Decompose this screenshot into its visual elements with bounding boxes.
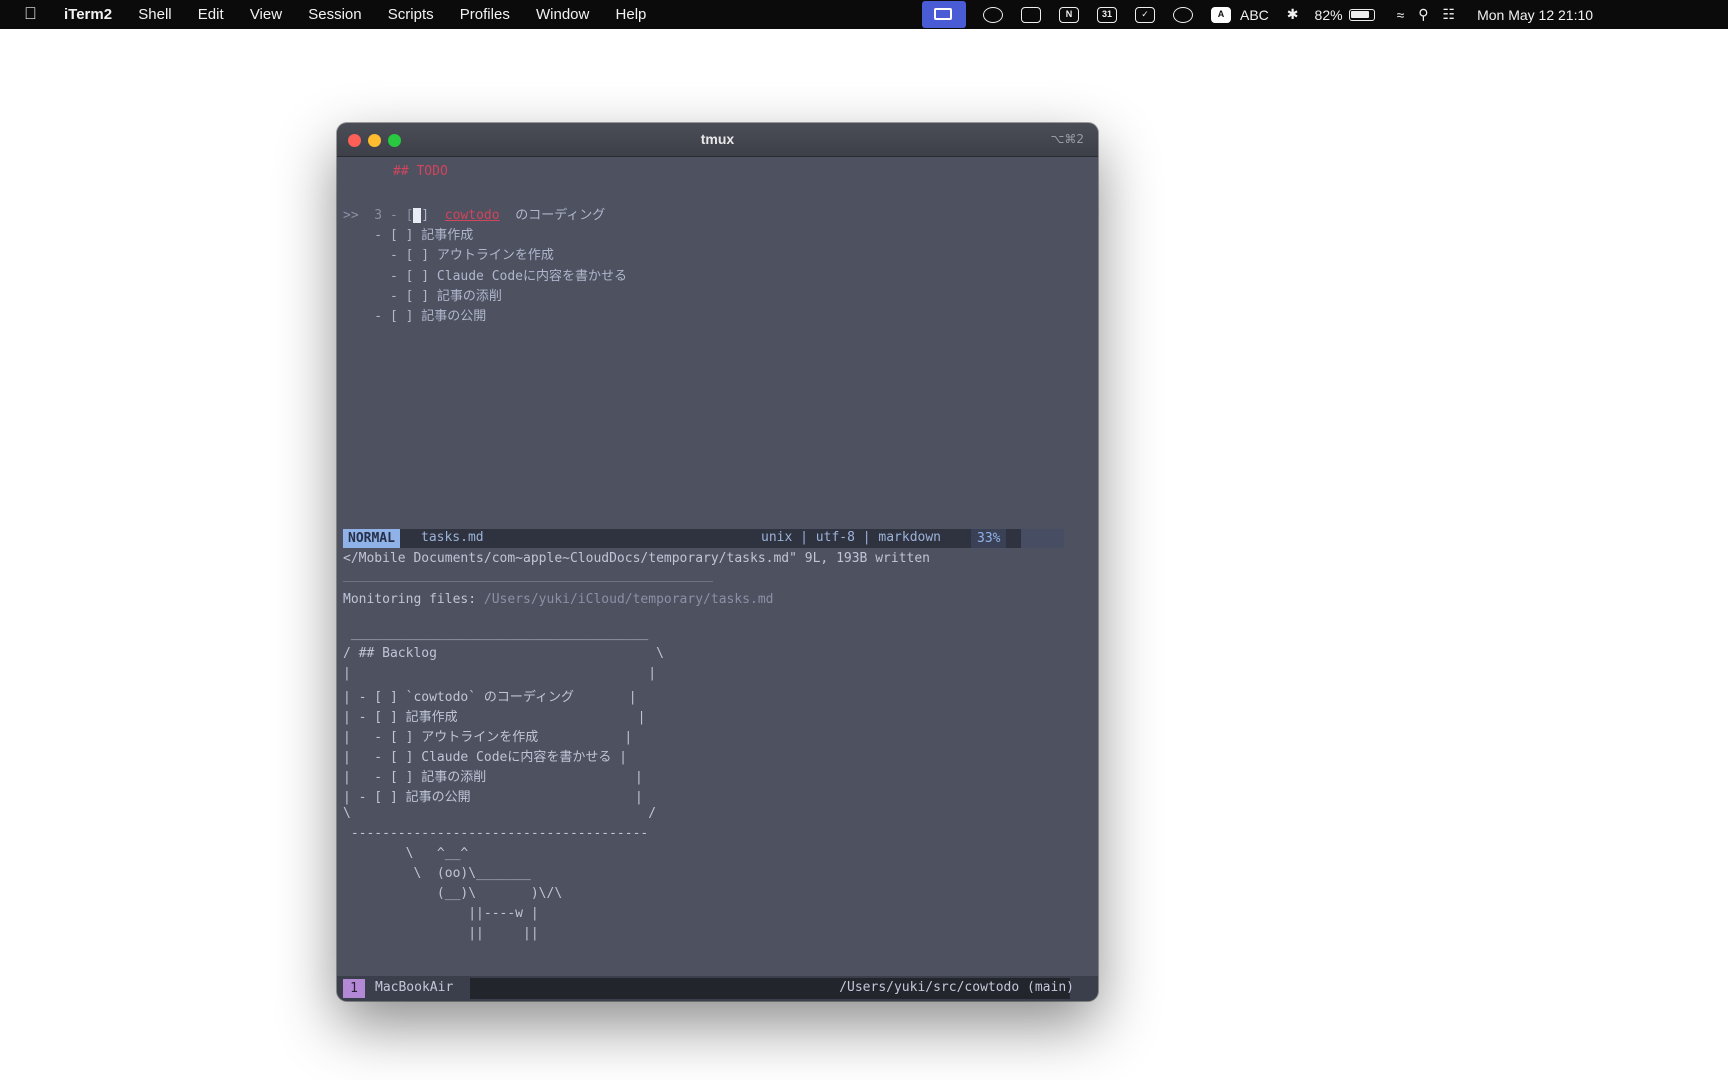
cowsay-line: \ / (343, 806, 657, 821)
tmux-session-index[interactable]: 1 (343, 979, 365, 998)
menu-scripts[interactable]: Scripts (388, 6, 434, 23)
tmux-status-bar: 1 MacBookAir /Users/yuki/src/cowtodo (ma… (337, 976, 1098, 1001)
menu-window[interactable]: Window (536, 6, 589, 23)
calendar-icon[interactable]: 31 (1097, 6, 1117, 23)
menu-session[interactable]: Session (308, 6, 361, 23)
spotlight-search-icon[interactable]: ⚲ (1418, 6, 1428, 23)
vim-line[interactable]: - [ ] 記事の添削 (343, 285, 502, 304)
menu-profiles[interactable]: Profiles (460, 6, 510, 23)
window-shortcut: ⌥⌘2 (1050, 132, 1084, 146)
monitoring-label: Monitoring files: (343, 592, 477, 607)
wifi-icon[interactable]: ≈ (1397, 7, 1405, 23)
cowsay-line: | - [ ] Claude Codeに内容を書かせる | (343, 750, 628, 765)
input-source-label[interactable]: ABC (1240, 7, 1269, 23)
vim-heading: ## TODO (393, 164, 448, 179)
menu-view[interactable]: View (250, 6, 282, 23)
cowsay-line: | - [ ] 記事の添削 | (343, 770, 643, 785)
cowsay-line: / ## Backlog \ (343, 646, 664, 661)
cowsay-line: | | (343, 666, 657, 681)
menu-edit[interactable]: Edit (198, 6, 224, 23)
password-manager-icon[interactable] (1021, 6, 1041, 23)
vim-line[interactable]: - [ ] Claude Codeに内容を書かせる (343, 265, 627, 284)
battery-percent[interactable]: 82% (1315, 7, 1343, 23)
cowsay-line: ||----w | (343, 906, 539, 921)
pane-divider (343, 581, 713, 582)
tmux-host-name: MacBookAir (375, 980, 454, 995)
input-method-icon[interactable]: A (1211, 6, 1231, 23)
vim-status-percent: 33% (971, 529, 1007, 548)
github-icon[interactable] (983, 6, 1003, 23)
vim-line[interactable]: - [ ] 記事の公開 (343, 305, 486, 324)
inline-code: cowtodo (444, 208, 500, 223)
menu-status-area: N 31 ✓ A ABC ✱ 82% ≈ ⚲ ☷ Mon May 12 21:1… (922, 0, 1593, 29)
vim-current-line[interactable]: >> 3 - [ ] cowtodo のコーディング (343, 204, 605, 223)
vim-statusline: NORMAL tasks.md unix | utf-8 | markdown … (343, 529, 1064, 548)
vim-status-filename: tasks.md (421, 530, 484, 545)
menu-bar:  iTerm2 Shell Edit View Session Scripts… (0, 0, 1728, 29)
menu-app-name[interactable]: iTerm2 (64, 6, 112, 23)
vim-line[interactable]: - [ ] 記事作成 (343, 224, 473, 243)
monitoring-line[interactable]: Monitoring files: /Users/yuki/iCloud/tem… (343, 592, 773, 607)
window-titlebar[interactable]: tmux ⌥⌘2 (337, 123, 1098, 157)
menu-clock[interactable]: Mon May 12 21:10 (1477, 7, 1593, 23)
apple-menu-icon[interactable]:  (24, 4, 37, 24)
cowsay-line: | - [ ] アウトラインを作成 | (343, 730, 633, 745)
screen-share-icon[interactable] (922, 1, 966, 28)
monitoring-path: /Users/yuki/iCloud/temporary/tasks.md (483, 592, 774, 607)
notion-icon[interactable]: N (1059, 6, 1079, 23)
window-title: tmux (700, 131, 735, 147)
cowsay-line: \ ^__^ (343, 846, 469, 861)
line-mid: ] (421, 208, 445, 223)
tmux-current-path: /Users/yuki/src/cowtodo (main) (839, 980, 1074, 995)
line-rest: のコーディング (499, 208, 606, 223)
vim-status-fileinfo: unix | utf-8 | markdown (761, 530, 942, 545)
vim-mode-badge: NORMAL (343, 529, 400, 548)
cowsay-line: | - [ ] 記事作成 | (343, 710, 646, 725)
vim-line[interactable]: - [ ] アウトラインを作成 (343, 244, 554, 263)
battery-icon[interactable] (1348, 8, 1375, 21)
line-prefix: >> 3 - [ (343, 208, 414, 223)
cowsay-line: -------------------------------------- (343, 826, 649, 841)
vim-status-position (1021, 529, 1064, 548)
menu-help[interactable]: Help (616, 6, 647, 23)
cowsay-line: \ (oo)\_______ (343, 866, 531, 881)
control-center-icon[interactable]: ☷ (1443, 6, 1456, 23)
todo-check-icon[interactable]: ✓ (1135, 6, 1155, 23)
cowsay-line: (__)\ )\/\ (343, 886, 563, 901)
menu-shell[interactable]: Shell (138, 6, 171, 23)
cowsay-line: || || (343, 926, 539, 941)
airdrop-icon[interactable] (1173, 6, 1193, 23)
bluetooth-icon[interactable]: ✱ (1287, 6, 1299, 23)
cowsay-line: ______________________________________ (343, 626, 649, 641)
menu-items: iTerm2 Shell Edit View Session Scripts P… (64, 6, 668, 23)
vim-message-line: </Mobile Documents/com~apple~CloudDocs/t… (343, 551, 930, 566)
cowsay-line: | - [ ] 記事の公開 | (343, 790, 643, 805)
terminal-window[interactable]: tmux ⌥⌘2 ## TODO >> 3 - [ ] cowtodo のコーデ… (337, 123, 1098, 1001)
cowsay-line: | - [ ] `cowtodo` のコーディング | (343, 690, 637, 705)
